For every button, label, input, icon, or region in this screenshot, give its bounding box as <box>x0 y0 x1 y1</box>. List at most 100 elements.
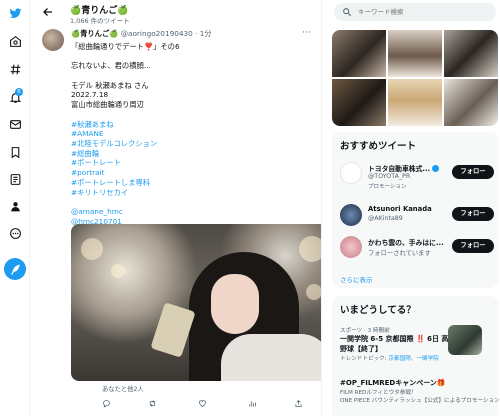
recommendation-handle: @TOYOTA_PR <box>368 173 411 180</box>
toyota-logo-icon <box>340 162 362 184</box>
bokeh-light <box>306 284 321 300</box>
reply-icon <box>103 400 110 408</box>
tweet-line: 富山市総曲輪通り周辺 <box>71 100 144 110</box>
media-thumbnail[interactable] <box>444 79 498 126</box>
recommend-title: おすすめツイート <box>340 141 417 152</box>
recommendation-name: かわち雲の、手みはに... <box>368 239 444 247</box>
trend-description: FILM REDルフィとウタ参戦！ <box>340 390 417 396</box>
photo-subject-shirt <box>221 334 321 381</box>
recommendation-followed: フォローされています <box>368 250 431 257</box>
right-sidebar: おすすめツイート トヨタ自動車株式... @TOYOTA_PR プロモーション … <box>322 0 500 416</box>
trend-title: 一関学院 6-5 京都国際 ‼️ 6日 高校野球【終了】 <box>340 335 456 353</box>
recommendation-name: Atsunori Kanada <box>368 205 432 213</box>
tweet-line: 2022.7.18 <box>71 90 109 100</box>
heart-icon <box>199 400 206 407</box>
trends-card: いまどうしてる？ スポーツ · 3 時間前 一関学院 6-5 京都国際 ‼️ 6… <box>332 296 500 416</box>
hashtag-link[interactable]: #総曲輪 <box>71 149 316 159</box>
lists-icon[interactable] <box>6 170 24 188</box>
hashtag-link[interactable]: #portrait <box>71 168 316 178</box>
avatar <box>340 236 362 258</box>
explore-icon[interactable] <box>6 60 24 78</box>
tweet-body: 「総曲輪通りでデート❣️」その6 忘れないよ、君の横顔... モデル 秋瀬あまね… <box>71 42 316 226</box>
media-thumbnail[interactable] <box>388 30 442 77</box>
more-menu-icon[interactable] <box>6 224 24 242</box>
recommendation-handle: @AKinta89 <box>368 215 403 222</box>
bokeh-light <box>299 236 321 262</box>
recommendation-item[interactable]: Atsunori Kanada @AKinta89 フォロー <box>340 204 498 232</box>
retweet-icon <box>149 400 156 407</box>
media-thumbnail[interactable] <box>332 30 386 77</box>
hashtag-link[interactable]: #AMANE <box>71 129 316 139</box>
search-input[interactable] <box>358 3 488 21</box>
tweet-time[interactable]: · 1分 <box>195 29 212 38</box>
media-grid <box>332 30 498 126</box>
photo-subject-face <box>211 274 259 334</box>
share-icon <box>295 399 302 407</box>
analytics-icon <box>249 401 256 407</box>
trend-item[interactable]: #OP_FILMREDキャンペーン🎁 FILM REDルフィとウタ参戦！ ONE… <box>340 378 500 404</box>
compose-tweet-button[interactable] <box>4 258 26 280</box>
tweet-actions <box>102 399 312 411</box>
tweet-line: 忘れないよ、君の横顔... <box>71 61 151 71</box>
left-nav: 6 <box>0 0 30 416</box>
hashtag-link[interactable]: #ポートレート <box>71 158 316 168</box>
tweet-more-icon[interactable]: ··· <box>302 28 311 38</box>
retweet-button[interactable] <box>148 399 160 408</box>
follow-button[interactable]: フォロー <box>452 239 494 253</box>
bokeh-light <box>81 238 103 260</box>
messages-icon[interactable] <box>6 115 24 133</box>
trend-title: #OP_FILMREDキャンペーン🎁 <box>340 379 446 387</box>
twitter-logo-icon[interactable] <box>6 4 24 22</box>
follow-button[interactable]: フォロー <box>452 165 494 179</box>
media-thumbnail[interactable] <box>388 79 442 126</box>
follow-button[interactable]: フォロー <box>452 207 494 221</box>
tweet-line <box>71 110 316 120</box>
profile-header: 🍏青りんご🍏 1,066 件のツイート <box>30 0 321 26</box>
reply-button[interactable] <box>102 399 114 408</box>
like-button[interactable] <box>198 399 210 408</box>
trend-topics: トレンドトピック: 京都国際、一関学院 <box>340 356 439 362</box>
avatar[interactable] <box>42 29 64 51</box>
recommendation-item[interactable]: トヨタ自動車株式... @TOYOTA_PR プロモーション フォロー <box>340 162 498 190</box>
tweet-line: モデル 秋瀬あまね さん <box>71 80 149 90</box>
media-thumbnail[interactable] <box>444 30 498 77</box>
analytics-button[interactable] <box>248 399 257 408</box>
main-column: 🍏青りんご🍏 1,066 件のツイート 🍏青りんご🍏 @aoringo20190… <box>30 0 322 416</box>
hashtag-link[interactable]: #ポートレートしま専科 <box>71 178 316 188</box>
share-button[interactable] <box>294 399 306 408</box>
show-more-link[interactable]: さらに表示 <box>340 274 373 284</box>
feather-icon <box>10 264 20 275</box>
bookmarks-icon[interactable] <box>6 143 24 161</box>
author-handle[interactable]: @aoringo20190430 <box>121 29 193 38</box>
tweet-count: 1,066 件のツイート <box>70 17 130 25</box>
search-icon <box>343 8 352 17</box>
tagged-people[interactable]: あなたと他2人 <box>102 384 144 393</box>
tweet-line <box>71 71 316 81</box>
hashtag-link[interactable]: #秋瀬あまね <box>71 120 316 130</box>
twitter-app: 6 🍏青りんご🍏 1,066 件のツイート 🍏青りんご🍏 @aoringo201… <box>0 0 500 416</box>
bokeh-light <box>111 264 125 278</box>
tagged-text: あなたと他2人 <box>102 386 144 393</box>
back-arrow-icon[interactable] <box>42 6 54 18</box>
recommendation-item[interactable]: かわち雲の、手みはに... フォローされています フォロー <box>340 236 498 264</box>
tweet-line <box>71 52 316 62</box>
avatar <box>340 204 362 226</box>
trend-promotion: ONE PIECE バウンティラッシュ【公式】によるプロモーション <box>340 398 500 404</box>
recommended-tweets-card: おすすめツイート トヨタ自動車株式... @TOYOTA_PR プロモーション … <box>332 132 498 288</box>
search-box[interactable] <box>334 3 496 21</box>
author-name[interactable]: 🍏青りんご🍏 <box>71 29 118 38</box>
promotion-label: プロモーション <box>368 184 407 190</box>
tweet-line: 「総曲輪通りでデート❣️」その6 <box>71 42 180 51</box>
tweet-header: 🍏青りんご🍏 @aoringo20190430 · 1分 <box>71 29 212 39</box>
profile-icon[interactable] <box>6 197 24 215</box>
trend-thumbnail[interactable] <box>448 325 482 355</box>
hashtag-link[interactable]: #キリトリセカイ <box>71 188 316 198</box>
home-icon[interactable] <box>6 32 24 50</box>
mention-link[interactable]: @amane_hmc <box>71 207 316 217</box>
media-thumbnail[interactable] <box>332 79 386 126</box>
verified-icon <box>432 165 440 172</box>
tweet-photo[interactable] <box>71 224 321 381</box>
hashtag-link[interactable]: #北陸モデルコレクション <box>71 139 316 149</box>
trends-title: いまどうしてる？ <box>340 305 416 316</box>
